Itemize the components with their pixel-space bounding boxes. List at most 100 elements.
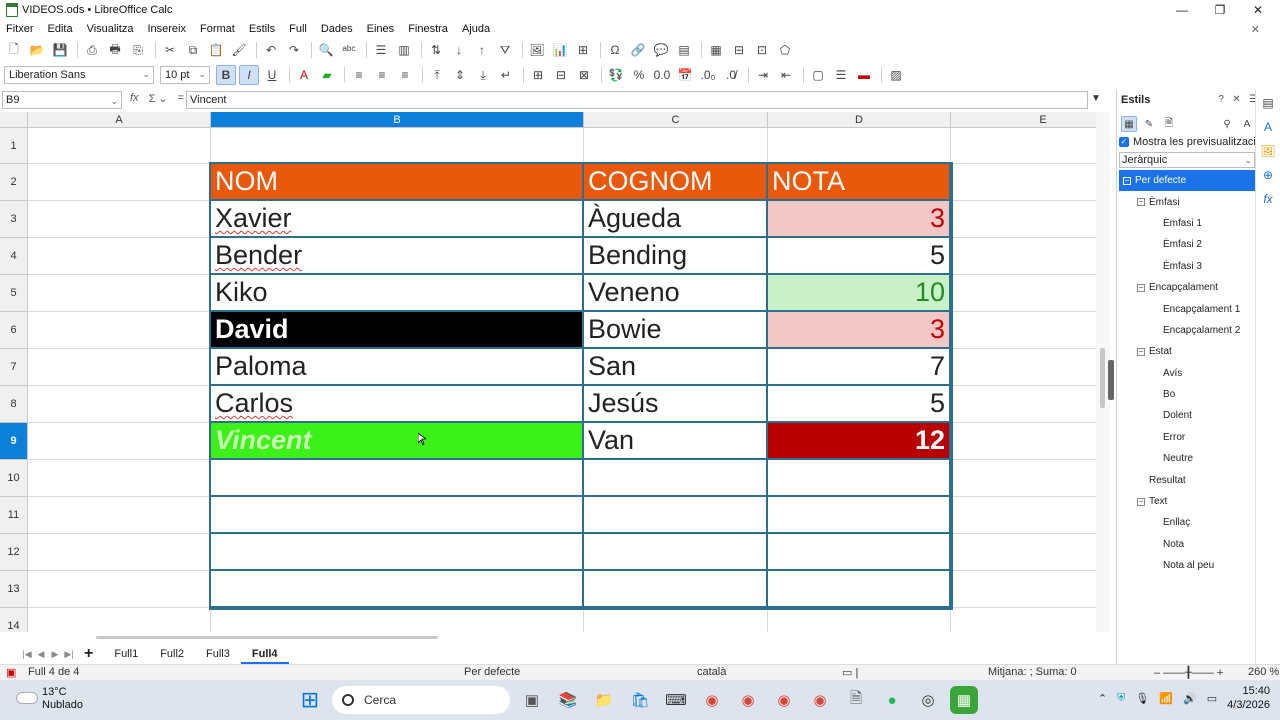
menu-ajuda[interactable]: Ajuda xyxy=(462,23,490,35)
empty-table-cell[interactable] xyxy=(211,534,584,571)
books-app-icon[interactable]: 📚 xyxy=(554,686,582,714)
highlight-color-icon[interactable]: ▰ xyxy=(317,65,337,85)
style-item[interactable]: Nota xyxy=(1119,534,1255,555)
sort-icon[interactable]: ⇅ xyxy=(426,40,446,60)
horizontal-scrollbar[interactable] xyxy=(96,636,438,639)
style-item[interactable]: Avís xyxy=(1119,363,1255,384)
open-icon[interactable]: 📂 xyxy=(27,40,47,60)
close-window-button[interactable]: ✕ xyxy=(1238,0,1278,20)
help-icon[interactable]: ? xyxy=(1218,94,1224,105)
conditional-format-icon[interactable]: ▨ xyxy=(886,65,906,85)
libreoffice-calc-icon[interactable]: ▦ xyxy=(950,686,978,714)
style-item[interactable]: Dolent xyxy=(1119,405,1255,426)
increase-indent-icon[interactable]: ⇥ xyxy=(753,65,773,85)
style-item[interactable]: Èmfasi 2 xyxy=(1119,234,1255,255)
cell-cognom[interactable]: Jesús xyxy=(584,386,768,423)
function-wizard-icon[interactable]: fx xyxy=(130,92,139,105)
redo-icon[interactable]: ↷ xyxy=(284,40,304,60)
table-header-cell[interactable]: NOTA xyxy=(768,164,951,201)
select-all-corner[interactable] xyxy=(0,112,28,128)
menu-dades[interactable]: Dades xyxy=(321,23,353,35)
align-top-icon[interactable]: ⤒ xyxy=(427,65,447,85)
sidebar-collapse-handle[interactable] xyxy=(1108,360,1114,400)
paste-icon[interactable]: 📋 xyxy=(206,40,226,60)
language[interactable]: català xyxy=(697,666,726,678)
cell-cognom[interactable]: Bowie xyxy=(584,312,768,349)
last-sheet-icon[interactable]: ▶| xyxy=(62,649,76,660)
border-style-icon[interactable]: ☰ xyxy=(831,65,851,85)
spreadsheet-grid[interactable]: ABCDE 1 2 3 4 5 6 7 8 9 10 11 12 13 14 NOM COGNOM NOTA X… xyxy=(0,112,1096,632)
merge-cells-icon[interactable]: ⊟ xyxy=(551,65,571,85)
empty-table-cell[interactable] xyxy=(768,571,951,608)
merge-center-icon[interactable]: ⊞ xyxy=(528,65,548,85)
date-format-icon[interactable]: 📅 xyxy=(675,65,695,85)
cell-cognom[interactable]: Van xyxy=(584,423,768,460)
wrap-text-icon[interactable]: ↵ xyxy=(496,65,516,85)
menu-finestra[interactable]: Finestra xyxy=(408,23,448,35)
row-header-5[interactable]: 5 xyxy=(0,275,28,312)
undo-icon[interactable]: ↶ xyxy=(261,40,281,60)
percent-format-icon[interactable]: % xyxy=(629,65,649,85)
menu-full[interactable]: Full xyxy=(289,23,307,35)
battery-icon[interactable]: ▭ xyxy=(1207,692,1217,705)
add-decimal-icon[interactable]: .0₀ xyxy=(698,65,718,85)
style-filter-combo[interactable]: Jeràrquic ⌄ xyxy=(1119,152,1255,168)
pivot-table-icon[interactable]: ⊞ xyxy=(573,40,593,60)
cell-nom[interactable]: Xavier xyxy=(211,201,584,238)
copy-icon[interactable]: ⧉ xyxy=(183,40,203,60)
cell-nota[interactable]: 3 xyxy=(768,201,951,238)
autofilter-icon[interactable]: ⛛ xyxy=(495,40,515,60)
row-header-1[interactable]: 1 xyxy=(0,128,28,164)
align-bottom-icon[interactable]: ⤓ xyxy=(473,65,493,85)
font-color-icon[interactable]: A xyxy=(294,65,314,85)
empty-table-cell[interactable] xyxy=(584,571,768,608)
cell-nom[interactable]: Carlos xyxy=(211,386,584,423)
close-sidebar-icon[interactable]: ✕ xyxy=(1232,94,1240,105)
print-preview-icon[interactable]: ⎘ xyxy=(128,40,148,60)
cell-nota[interactable]: 3 xyxy=(768,312,951,349)
next-sheet-icon[interactable]: ▶ xyxy=(48,649,62,660)
row-header-8[interactable]: 8 xyxy=(0,386,28,423)
page-style[interactable]: Per defecte xyxy=(464,666,520,678)
style-item[interactable]: Error xyxy=(1119,427,1255,448)
style-item[interactable]: Encapçalament 1 xyxy=(1119,298,1255,319)
cell-nota[interactable]: 5 xyxy=(768,386,951,423)
cell-nom[interactable]: David xyxy=(211,312,584,349)
underline-icon[interactable]: U xyxy=(262,65,282,85)
scroll-thumb[interactable] xyxy=(1100,348,1105,408)
row-header-10[interactable]: 10 xyxy=(0,460,28,497)
cell-cognom[interactable]: Àgueda xyxy=(584,201,768,238)
find-replace-icon[interactable]: 🔍 xyxy=(316,40,336,60)
split-window-icon[interactable]: ⊡ xyxy=(752,40,772,60)
row-header-11[interactable]: 11 xyxy=(0,497,28,534)
empty-table-cell[interactable] xyxy=(768,460,951,497)
page-styles-icon[interactable]: 🗎 xyxy=(1161,116,1177,132)
header-footer-icon[interactable]: ▤ xyxy=(674,40,694,60)
empty-table-cell[interactable] xyxy=(211,460,584,497)
special-character-icon[interactable]: Ω xyxy=(605,40,625,60)
borders-icon[interactable]: ▢ xyxy=(808,65,828,85)
show-draw-functions-icon[interactable]: ⬠ xyxy=(775,40,795,60)
volume-icon[interactable]: 🔊 xyxy=(1183,692,1197,705)
clock[interactable]: 15:40 4/3/2026 xyxy=(1227,684,1270,712)
row-header-14[interactable]: 14 xyxy=(0,608,28,632)
row-header-9[interactable]: 9 xyxy=(0,423,28,460)
collapse-icon[interactable]: − xyxy=(1137,198,1145,207)
cell-nota[interactable]: 10 xyxy=(768,275,951,312)
align-right-icon[interactable]: ≡ xyxy=(395,65,415,85)
row-header-4[interactable]: 4 xyxy=(0,238,28,275)
empty-table-cell[interactable] xyxy=(211,497,584,534)
style-item[interactable]: Bo xyxy=(1119,384,1255,405)
expand-formula-icon[interactable]: ▼ xyxy=(1091,93,1101,104)
empty-table-cell[interactable] xyxy=(584,497,768,534)
align-left-icon[interactable]: ≡ xyxy=(349,65,369,85)
cell-nota[interactable]: 7 xyxy=(768,349,951,386)
cut-icon[interactable]: ✂ xyxy=(160,40,180,60)
empty-table-cell[interactable] xyxy=(768,534,951,571)
store-icon[interactable]: 🛍 xyxy=(626,686,654,714)
menu-eines[interactable]: Eines xyxy=(367,23,395,35)
navigator-deck-icon[interactable]: ⊕ xyxy=(1259,166,1277,184)
add-sheet-button[interactable]: + xyxy=(84,645,93,663)
collapse-icon[interactable]: − xyxy=(1137,347,1145,356)
style-item[interactable]: − Èmfasi xyxy=(1119,191,1255,212)
